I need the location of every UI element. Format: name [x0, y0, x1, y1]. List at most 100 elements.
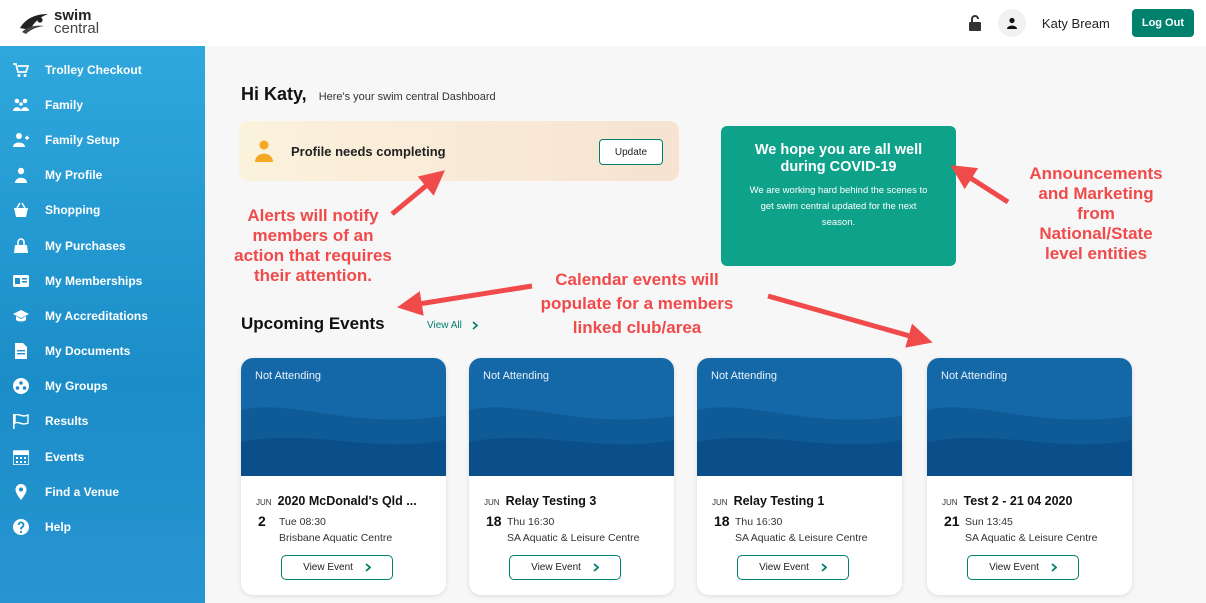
- sidebar-item-label: My Purchases: [45, 238, 126, 253]
- sidebar-item-my-purchases[interactable]: My Purchases: [0, 228, 205, 263]
- sidebar-item-label: Events: [45, 449, 85, 464]
- view-event-label: View Event: [759, 562, 809, 573]
- sidebar-item-events[interactable]: Events: [0, 439, 205, 474]
- sidebar-item-label: Help: [45, 520, 72, 535]
- event-time: Thu 16:30: [507, 516, 555, 528]
- sidebar-item-label: Shopping: [45, 203, 101, 218]
- greeting-subtitle: Here's your swim central Dashboard: [318, 91, 496, 103]
- flag-icon: [12, 413, 30, 430]
- event-status: Not Attending: [483, 370, 550, 382]
- sidebar-item-label: My Memberships: [45, 273, 143, 288]
- event-status: Not Attending: [941, 370, 1008, 382]
- top-bar: swim central Katy Bream Log Out: [0, 0, 1206, 46]
- event-title-row: JUN Relay Testing 3: [484, 494, 596, 508]
- header-actions: Katy Bream Log Out: [968, 8, 1194, 38]
- sidebar-item-find-a-venue[interactable]: Find a Venue: [0, 474, 205, 509]
- chevron-right-icon: [1051, 563, 1057, 572]
- upcoming-events-title: Upcoming Events: [241, 314, 385, 333]
- sidebar-item-label: My Documents: [45, 344, 131, 359]
- user-icon: [12, 167, 30, 184]
- basket-icon: [12, 202, 30, 218]
- view-all-link[interactable]: View All: [427, 320, 478, 331]
- sidebar-item-label: My Groups: [45, 379, 108, 394]
- annotation-line: linked club/area: [572, 318, 702, 337]
- event-time: Thu 16:30: [735, 516, 783, 528]
- sidebar-item-help[interactable]: Help: [0, 509, 205, 544]
- question-icon: [12, 519, 30, 536]
- annotation-line: from: [1077, 204, 1115, 223]
- user-name[interactable]: Katy Bream: [1042, 16, 1110, 31]
- sidebar-item-my-memberships[interactable]: My Memberships: [0, 263, 205, 298]
- profile-alert-card: Profile needs completing Update: [239, 121, 679, 181]
- announcement-arrow: [950, 165, 1010, 205]
- event-card[interactable]: Not Attending JUN Test 2 - 21 04 2020 21…: [927, 358, 1132, 595]
- sidebar-item-my-accreditations[interactable]: My Accreditations: [0, 298, 205, 333]
- event-venue: SA Aquatic & Leisure Centre: [507, 532, 640, 544]
- event-name: Relay Testing 3: [505, 494, 597, 508]
- sidebar: Trolley Checkout Family Family Setup My …: [0, 46, 205, 603]
- annotation-line: their attention.: [253, 266, 373, 285]
- event-banner: Not Attending: [927, 358, 1132, 476]
- dashboard-greeting: Hi Katy, Here's your swim central Dashbo…: [241, 84, 496, 105]
- announcement-card[interactable]: We hope you are all well during COVID-19…: [721, 126, 956, 266]
- annotation-line: level entities: [1044, 244, 1148, 263]
- logo-line2: central: [54, 20, 100, 37]
- event-venue: SA Aquatic & Leisure Centre: [735, 532, 868, 544]
- event-card[interactable]: Not Attending JUN Relay Testing 1 18 Thu…: [697, 358, 902, 595]
- unlock-icon[interactable]: [968, 14, 982, 32]
- calendar-annotation: Calendar events will populate for a memb…: [517, 268, 757, 340]
- event-title-row: JUN Test 2 - 21 04 2020: [942, 494, 1072, 508]
- event-month: JUN: [712, 498, 728, 507]
- calendar-icon: [12, 449, 30, 465]
- view-event-button[interactable]: View Event: [737, 555, 849, 580]
- logo-wordmark: swim central: [54, 8, 100, 37]
- chevron-right-icon: [365, 563, 371, 572]
- event-name: 2020 McDonald's Qld ...: [277, 494, 417, 508]
- sidebar-item-my-groups[interactable]: My Groups: [0, 369, 205, 404]
- event-banner: Not Attending: [697, 358, 902, 476]
- sidebar-item-shopping[interactable]: Shopping: [0, 193, 205, 228]
- sidebar-item-trolley-checkout[interactable]: Trolley Checkout: [0, 52, 205, 87]
- sidebar-item-label: Family: [45, 97, 84, 112]
- update-button[interactable]: Update: [599, 139, 663, 165]
- sidebar-item-results[interactable]: Results: [0, 404, 205, 439]
- view-event-label: View Event: [531, 562, 581, 573]
- event-card[interactable]: Not Attending JUN 2020 McDonald's Qld ..…: [241, 358, 446, 595]
- sidebar-item-my-documents[interactable]: My Documents: [0, 334, 205, 369]
- announcement-body: We are working hard behind the scenes to…: [749, 185, 928, 228]
- event-month: JUN: [256, 498, 272, 507]
- graduation-cap-icon: [12, 308, 30, 324]
- sidebar-item-label: My Profile: [45, 168, 103, 183]
- swim-central-logo[interactable]: swim central: [18, 8, 99, 36]
- sidebar-item-family-setup[interactable]: Family Setup: [0, 122, 205, 157]
- announcement-title: We hope you are all well during COVID-19: [754, 142, 923, 175]
- location-pin-icon: [12, 483, 30, 500]
- view-event-button[interactable]: View Event: [281, 555, 393, 580]
- event-name: Relay Testing 1: [733, 494, 825, 508]
- view-event-button[interactable]: View Event: [967, 555, 1079, 580]
- view-event-button[interactable]: View Event: [509, 555, 621, 580]
- swimmer-logo-icon: [20, 14, 48, 34]
- sidebar-item-label: My Accreditations: [45, 308, 148, 323]
- user-icon: [1006, 17, 1017, 29]
- annotation-line: Alerts will notify: [247, 206, 379, 225]
- annotation-line: action that requires: [234, 246, 392, 265]
- sidebar-item-my-profile[interactable]: My Profile: [0, 158, 205, 193]
- sidebar-item-family[interactable]: Family: [0, 87, 205, 122]
- event-banner: Not Attending: [241, 358, 446, 476]
- event-day: 18: [486, 513, 502, 529]
- event-card[interactable]: Not Attending JUN Relay Testing 3 18 Thu…: [469, 358, 674, 595]
- event-status: Not Attending: [711, 370, 778, 382]
- calendar-arrow-right: [767, 293, 933, 348]
- person-icon: [255, 140, 273, 162]
- event-month: JUN: [484, 498, 500, 507]
- event-month: JUN: [942, 498, 958, 507]
- avatar[interactable]: [997, 9, 1026, 37]
- event-venue: Brisbane Aquatic Centre: [279, 532, 393, 544]
- annotation-line: populate for a members: [540, 294, 734, 313]
- logout-button[interactable]: Log Out: [1131, 9, 1194, 37]
- event-name: Test 2 - 21 04 2020: [963, 494, 1073, 508]
- chevron-right-icon: [472, 321, 478, 330]
- annotation-line: Announcements: [1029, 164, 1163, 183]
- event-status: Not Attending: [255, 370, 322, 382]
